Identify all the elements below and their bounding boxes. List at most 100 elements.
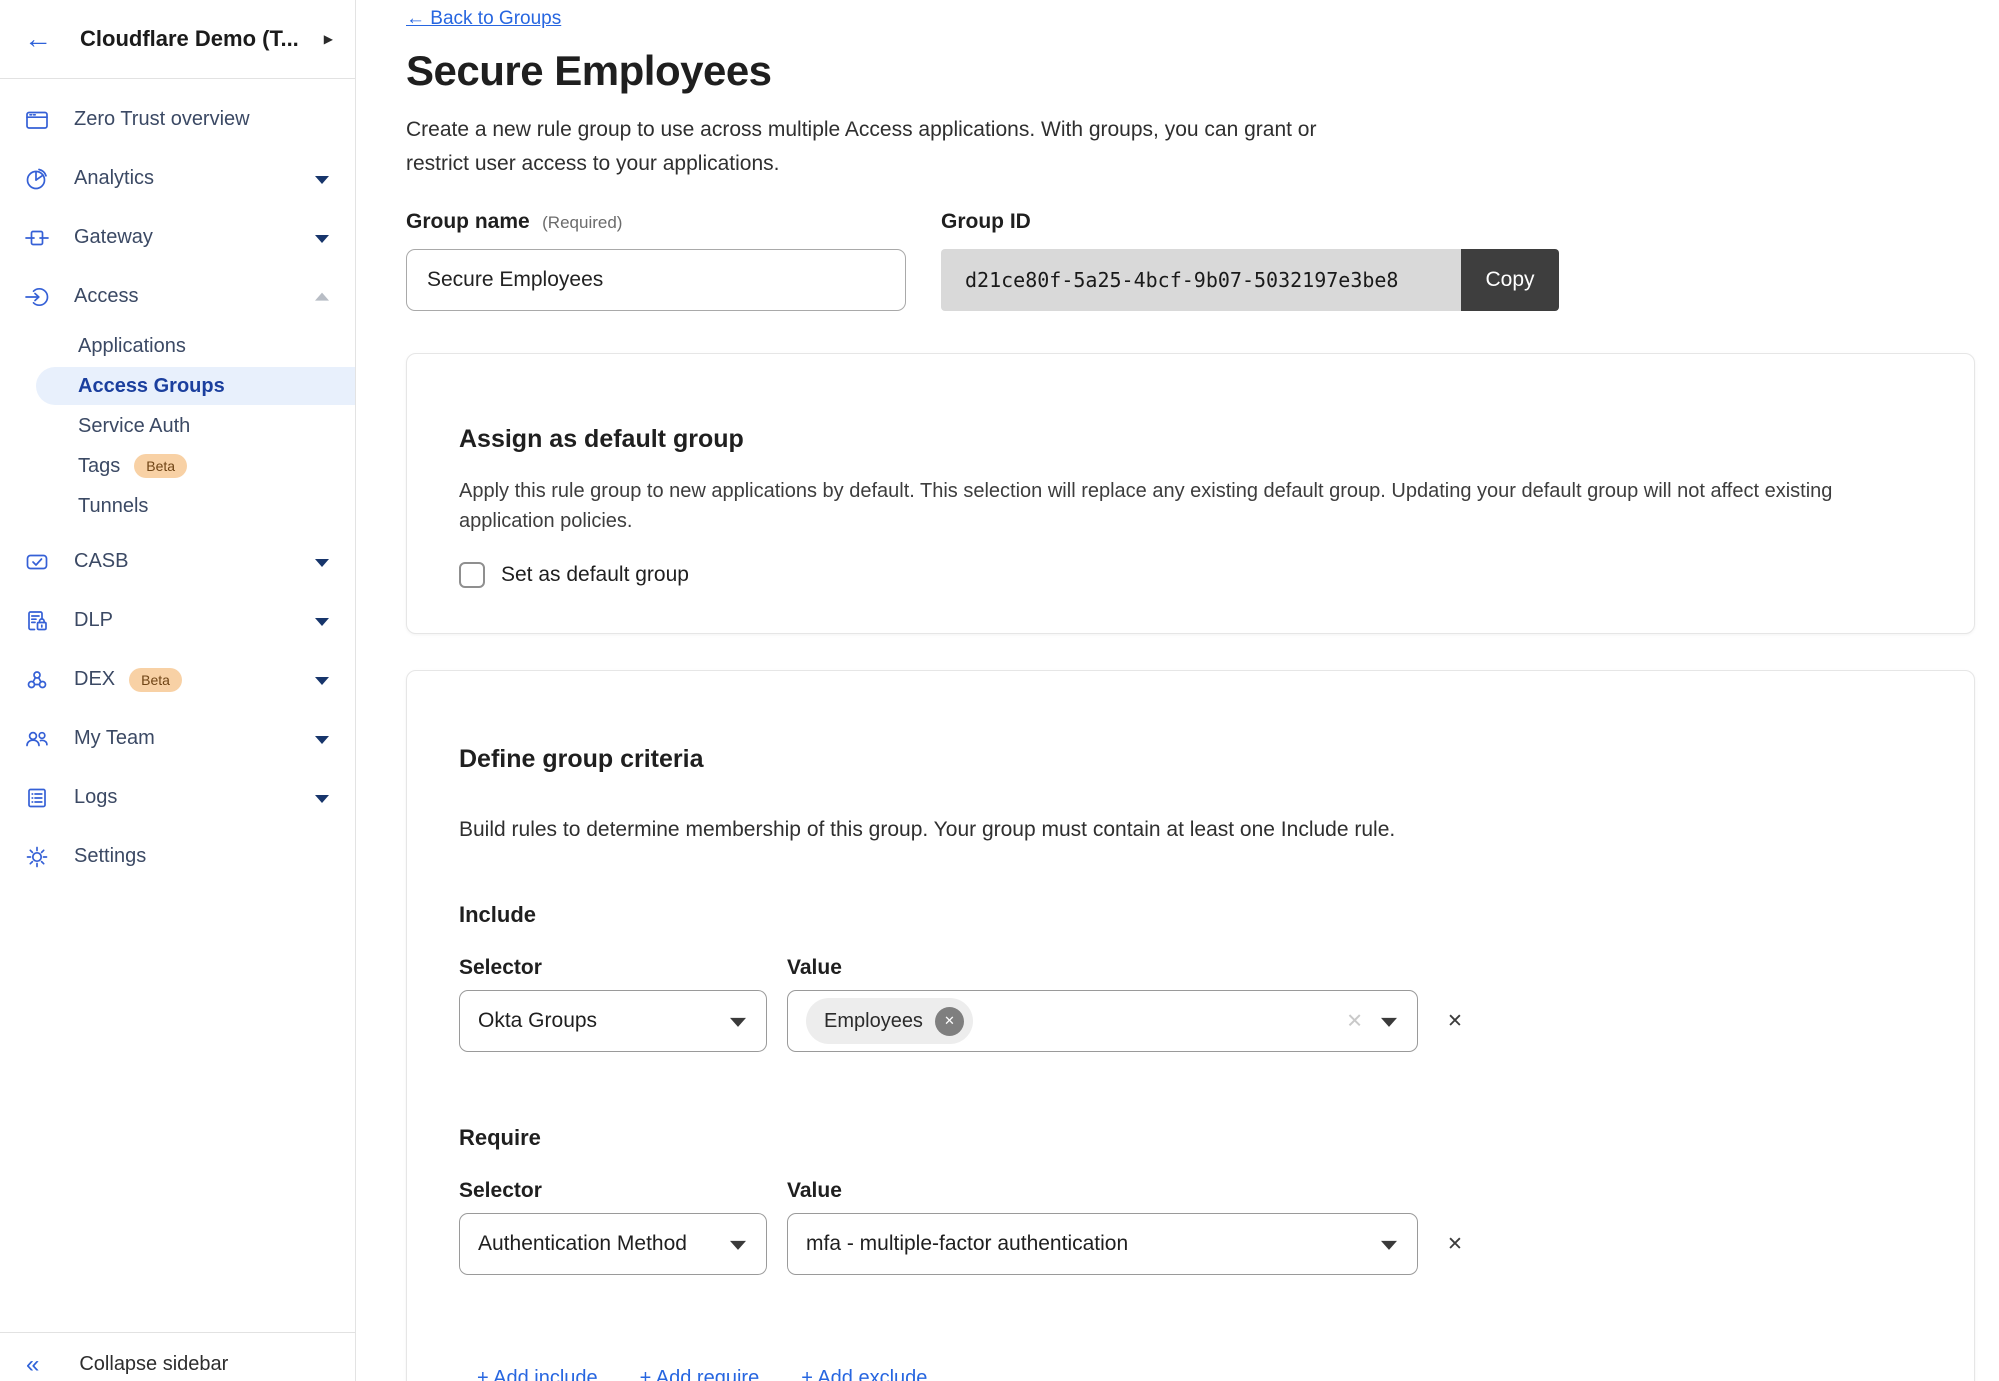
- sidebar-item-zero-trust-overview[interactable]: Zero Trust overview: [0, 90, 355, 149]
- account-header[interactable]: ← Cloudflare Demo (T... ▶: [0, 0, 355, 79]
- chevron-down-icon: [730, 1241, 746, 1250]
- sidebar-item-label: DEX: [74, 668, 115, 691]
- include-rule-row: Okta Groups Employees ✕ ✕ ✕: [459, 990, 1922, 1052]
- sidebar-item-analytics[interactable]: Analytics: [0, 149, 355, 208]
- chevron-down-icon: [315, 558, 329, 566]
- sidebar: ← Cloudflare Demo (T... ▶ Zero Trust ove…: [0, 0, 356, 1381]
- collapse-sidebar-label: Collapse sidebar: [79, 1353, 228, 1376]
- people-icon: [24, 726, 50, 752]
- gateway-icon: [24, 225, 50, 251]
- include-value-multiselect[interactable]: Employees ✕ ✕: [787, 990, 1418, 1052]
- add-require-link[interactable]: + Add require: [640, 1367, 760, 1381]
- chevron-down-icon: [315, 735, 329, 743]
- sidebar-item-dex[interactable]: DEX Beta: [0, 650, 355, 709]
- gear-icon: [24, 844, 50, 870]
- criteria-card: Define group criteria Build rules to det…: [406, 670, 1975, 1381]
- dashboard-window-icon: [24, 107, 50, 133]
- criteria-description: Build rules to determine membership of t…: [459, 818, 1922, 842]
- casb-check-icon: [24, 549, 50, 575]
- chevron-up-icon: [315, 292, 329, 300]
- sidebar-item-label: Access Groups: [78, 375, 225, 398]
- back-arrow-icon[interactable]: ←: [24, 25, 52, 53]
- require-rule-row: Authentication Method mfa - multiple-fac…: [459, 1213, 1922, 1275]
- sidebar-item-dlp[interactable]: DLP: [0, 591, 355, 650]
- sidebar-item-applications[interactable]: Applications: [0, 326, 355, 366]
- chevron-down-icon: [315, 676, 329, 684]
- chevron-down-icon: [315, 617, 329, 625]
- page: ← Cloudflare Demo (T... ▶ Zero Trust ove…: [0, 0, 1999, 1381]
- sidebar-item-gateway[interactable]: Gateway: [0, 208, 355, 267]
- chevron-down-icon: [1381, 1018, 1397, 1027]
- value-tag-label: Employees: [824, 1010, 923, 1033]
- account-name: Cloudflare Demo (T...: [80, 26, 299, 52]
- clear-all-icon[interactable]: ✕: [1346, 1009, 1363, 1034]
- default-group-card: Assign as default group Apply this rule …: [406, 353, 1975, 634]
- sidebar-item-access[interactable]: Access: [0, 267, 355, 326]
- group-id-value: d21ce80f-5a25-4bcf-9b07-5032197e3be8: [941, 249, 1461, 311]
- require-selector-label: Selector: [459, 1179, 787, 1203]
- add-exclude-link[interactable]: + Add exclude: [801, 1367, 927, 1381]
- sidebar-item-logs[interactable]: Logs: [0, 768, 355, 827]
- beta-badge: Beta: [134, 454, 187, 478]
- criteria-title: Define group criteria: [459, 745, 1922, 774]
- sidebar-item-label: Access: [74, 285, 138, 308]
- sidebar-item-tags[interactable]: Tags Beta: [0, 446, 355, 486]
- sidebar-item-label: Analytics: [74, 167, 154, 190]
- account-caret-icon[interactable]: ▶: [324, 32, 333, 46]
- sidebar-item-label: Gateway: [74, 226, 153, 249]
- group-name-input[interactable]: [406, 249, 906, 311]
- sidebar-item-label: Logs: [74, 786, 117, 809]
- sidebar-item-label: Tags: [78, 455, 120, 478]
- include-selector-label: Selector: [459, 956, 787, 980]
- sidebar-item-service-auth[interactable]: Service Auth: [0, 406, 355, 446]
- chevron-down-icon: [315, 234, 329, 242]
- copy-button[interactable]: Copy: [1461, 249, 1559, 311]
- set-default-group-row[interactable]: Set as default group: [459, 562, 1922, 588]
- set-default-group-checkbox[interactable]: [459, 562, 485, 588]
- remove-tag-icon[interactable]: ✕: [935, 1007, 964, 1036]
- sidebar-item-label: DLP: [74, 609, 113, 632]
- value-tag: Employees ✕: [806, 998, 973, 1044]
- require-selector-dropdown[interactable]: Authentication Method: [459, 1213, 767, 1275]
- sidebar-item-access-groups[interactable]: Access Groups: [0, 366, 355, 406]
- sidebar-item-label: Service Auth: [78, 415, 190, 438]
- sidebar-item-label: Tunnels: [78, 495, 148, 518]
- collapse-sidebar-button[interactable]: « Collapse sidebar: [0, 1332, 356, 1381]
- page-title: Secure Employees: [406, 47, 1999, 95]
- default-group-description: Apply this rule group to new application…: [459, 476, 1899, 536]
- require-value-dropdown[interactable]: mfa - multiple-factor authentication: [787, 1213, 1418, 1275]
- dex-cluster-icon: [24, 667, 50, 693]
- rule-actions-row: + Add include + Add require + Add exclud…: [459, 1367, 1922, 1381]
- add-include-link[interactable]: + Add include: [477, 1367, 598, 1381]
- logs-list-icon: [24, 785, 50, 811]
- include-value-label: Value: [787, 956, 842, 980]
- require-selector-value: Authentication Method: [478, 1232, 687, 1256]
- group-name-id-row: Group name (Required) Group ID d21ce80f-…: [406, 210, 1999, 311]
- chevron-down-icon: [315, 794, 329, 802]
- set-default-group-label: Set as default group: [501, 563, 689, 587]
- include-selector-dropdown[interactable]: Okta Groups: [459, 990, 767, 1052]
- include-selector-value: Okta Groups: [478, 1009, 597, 1033]
- sidebar-item-my-team[interactable]: My Team: [0, 709, 355, 768]
- remove-include-rule-button[interactable]: ✕: [1447, 1010, 1463, 1033]
- access-login-icon: [24, 284, 50, 310]
- include-heading: Include: [459, 902, 1922, 928]
- chevron-down-icon: [730, 1018, 746, 1027]
- sidebar-item-casb[interactable]: CASB: [0, 532, 355, 591]
- sidebar-item-label: Applications: [78, 335, 186, 358]
- sidebar-item-settings[interactable]: Settings: [0, 827, 355, 886]
- back-to-groups-link[interactable]: ← Back to Groups: [406, 8, 561, 30]
- sidebar-item-tunnels[interactable]: Tunnels: [0, 486, 355, 526]
- dlp-document-lock-icon: [24, 608, 50, 634]
- remove-require-rule-button[interactable]: ✕: [1447, 1233, 1463, 1256]
- page-description: Create a new rule group to use across mu…: [406, 113, 1351, 181]
- group-id-label: Group ID: [941, 210, 1031, 233]
- pie-chart-icon: [24, 166, 50, 192]
- sidebar-nav: Zero Trust overview Analytics Gateway: [0, 79, 355, 886]
- require-value-label: Value: [787, 1179, 842, 1203]
- collapse-chevrons-icon: «: [26, 1353, 39, 1377]
- sidebar-item-label: CASB: [74, 550, 128, 573]
- chevron-down-icon: [315, 175, 329, 183]
- main-content: ← Back to Groups Secure Employees Create…: [357, 0, 1999, 1381]
- default-group-title: Assign as default group: [459, 425, 1922, 454]
